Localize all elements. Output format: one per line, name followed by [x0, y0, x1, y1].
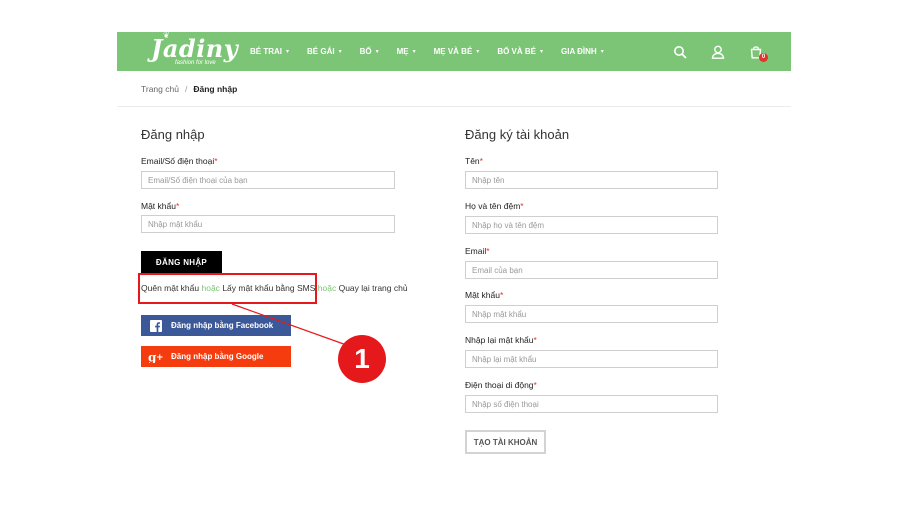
register-email-label: Email* [465, 246, 490, 256]
menu-item-bo-va-be[interactable]: BỐ VÀ BÉ ▾ [497, 47, 543, 56]
required-mark: * [520, 201, 524, 211]
register-password-input[interactable] [465, 305, 718, 323]
nav-icons: 0 [649, 32, 768, 71]
register-first-name-label: Tên* [465, 156, 483, 166]
register-middle-last-name-input[interactable] [465, 216, 718, 234]
menu-label: BÉ GÁI [307, 47, 335, 56]
chevron-down-icon: ▾ [338, 49, 342, 55]
logo-tagline: fashion for love [175, 60, 216, 66]
required-mark: * [533, 335, 537, 345]
back-home-link[interactable]: Quay lại trang chủ [339, 283, 408, 293]
required-mark: * [214, 156, 218, 166]
field-label-text: Mật khẩu [465, 290, 500, 300]
register-title: Đăng ký tài khoản [465, 127, 570, 142]
menu-item-gia-dinh[interactable]: GIA ĐÌNH ▾ [561, 47, 604, 56]
login-email-input[interactable] [141, 171, 395, 189]
breadcrumb-separator: / [184, 84, 188, 94]
menu-item-me[interactable]: MẸ ▾ [397, 47, 416, 56]
menu-item-be-gai[interactable]: BÉ GÁI ▾ [307, 47, 342, 56]
menu-label: MẸ VÀ BÉ [433, 47, 473, 56]
register-first-name-input[interactable] [465, 171, 718, 189]
chevron-down-icon: ▾ [476, 49, 480, 55]
annotation-callout-badge: 1 [338, 335, 386, 383]
email-label: Email/Số điện thoại* [141, 156, 218, 166]
menu-label: BỐ VÀ BÉ [497, 47, 536, 56]
chevron-down-icon: ▾ [375, 49, 379, 55]
register-confirm-password-label: Nhập lại mật khẩu* [465, 335, 537, 345]
field-label-text: Email [465, 246, 487, 256]
register-confirm-password-input[interactable] [465, 350, 718, 368]
required-mark: * [175, 201, 180, 211]
menu-item-be-trai[interactable]: BÉ TRAI ▾ [250, 47, 289, 56]
create-account-button[interactable]: TẠO TÀI KHOẢN [465, 430, 546, 454]
logo-text: Jadiny [151, 34, 239, 63]
required-mark: * [479, 156, 483, 166]
required-mark: * [533, 380, 537, 390]
register-phone-input[interactable] [465, 395, 718, 413]
menu-item-bo[interactable]: BỐ ▾ [360, 47, 379, 56]
svg-text:+: + [156, 353, 164, 363]
register-email-input[interactable] [465, 261, 718, 279]
register-password-label: Mật khẩu* [465, 290, 503, 300]
annotation-pointer-line [231, 303, 353, 348]
facebook-icon [141, 319, 171, 332]
field-label-text: Tên [465, 156, 480, 166]
register-middle-last-name-label: Họ và tên đệm* [465, 201, 524, 211]
main-menu: BÉ TRAI ▾ BÉ GÁI ▾ BỐ ▾ MẸ ▾ MẸ VÀ BÉ ▾ BỐ VÀ… [250, 32, 622, 71]
chevron-down-icon: ▾ [286, 49, 290, 55]
chevron-down-icon: ▾ [600, 49, 604, 55]
register-phone-label: Điện thoại di động* [465, 380, 537, 390]
password-label-text: Mật khẩu [141, 201, 176, 211]
divider [117, 106, 791, 107]
menu-item-me-va-be[interactable]: MẸ VÀ BÉ ▾ [434, 47, 480, 56]
menu-label: BÉ TRAI [250, 47, 282, 56]
cart-count-badge: 0 [759, 52, 768, 62]
chevron-down-icon: ▾ [412, 49, 416, 55]
google-plus-icon: g + [141, 351, 171, 363]
password-label: Mật khẩu* [141, 201, 179, 211]
user-icon[interactable] [711, 45, 725, 59]
breadcrumb-current: Đăng nhập [193, 84, 238, 94]
login-password-input[interactable] [141, 215, 395, 233]
brand-logo[interactable]: ❦ Jadiny fashion for love [147, 31, 238, 70]
login-title: Đăng nhập [141, 127, 205, 142]
search-icon[interactable] [673, 45, 687, 59]
cart-icon[interactable]: 0 [749, 45, 768, 62]
breadcrumb: Trang chủ / Đăng nhập [141, 84, 237, 94]
email-label-text: Email/Số điện thoại [141, 156, 215, 166]
login-button[interactable]: ĐĂNG NHẬP [141, 251, 222, 274]
menu-label: MẸ [396, 47, 409, 56]
google-login-label: Đăng nhập bằng Google [171, 352, 264, 361]
required-mark: * [499, 290, 504, 300]
menu-label: GIA ĐÌNH [561, 47, 597, 56]
field-label-text: Họ và tên đệm [465, 201, 521, 211]
google-login-button[interactable]: g + Đăng nhập bằng Google [141, 346, 291, 367]
breadcrumb-home-link[interactable]: Trang chủ [141, 84, 179, 94]
menu-label: BỐ [359, 47, 372, 56]
required-mark: * [486, 246, 490, 256]
field-label-text: Nhập lại mật khẩu [465, 335, 534, 345]
facebook-login-button[interactable]: Đăng nhập bằng Facebook [141, 315, 291, 336]
top-navbar: ❦ Jadiny fashion for love BÉ TRAI ▾ BÉ GÁ… [117, 31, 791, 71]
chevron-down-icon: ▾ [539, 49, 543, 55]
annotation-highlight-box [138, 273, 317, 304]
facebook-login-label: Đăng nhập bằng Facebook [171, 321, 274, 330]
field-label-text: Điện thoại di động [465, 380, 534, 390]
or-text: hoặc [317, 283, 337, 293]
